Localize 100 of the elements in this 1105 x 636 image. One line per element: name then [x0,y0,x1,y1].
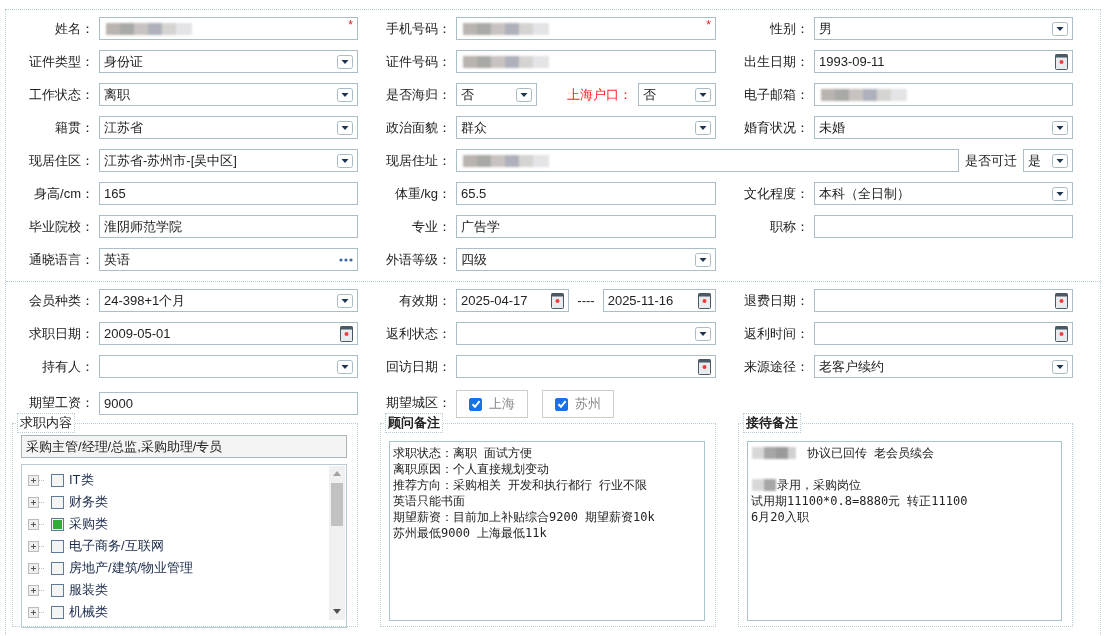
summary-field: 采购主管/经理/总监,采购助理/专员 [21,435,347,458]
note-line: 英语只能书面 [393,493,466,509]
note-line: 苏州最低9000 上海最低11k [393,525,548,541]
checkbox[interactable] [555,397,568,411]
dropdown[interactable]: 本科（全日制） [814,182,1073,205]
date-field[interactable] [814,289,1073,312]
expand-icon[interactable] [28,584,46,596]
field-label: 手机号码： [385,19,451,38]
checkbox-button[interactable]: 苏州 [542,390,614,418]
field-label: 职称： [769,217,809,236]
field-label: 文化程度： [743,184,809,203]
dropdown[interactable]: 否 [456,83,537,106]
field-label: 来源途径： [743,357,809,376]
checkbox-label: 苏州 [575,395,601,413]
text-field[interactable] [456,50,716,73]
dropdown[interactable]: 老客户续约 [814,355,1073,378]
field-label: 出生日期： [743,52,809,71]
text-field[interactable]: * [456,17,716,40]
tree-item[interactable]: 电子商务/互联网 [69,537,164,555]
field-label: 返利时间： [743,324,809,343]
field-label: 期望工资： [28,394,94,412]
text-field[interactable]: 9000 [99,391,358,415]
checkbox[interactable] [51,517,64,531]
tree-item[interactable]: 房地产/建筑/物业管理 [69,559,194,577]
field-label: 期望城区： [385,394,451,412]
dropdown[interactable]: 离职 [99,83,358,106]
field-label: 婚育状况： [743,118,809,137]
calendar-icon [340,325,353,342]
note-line: 协议已回传 老会员续会 [807,445,935,461]
field-label: 上海户口： [567,85,632,104]
text-field[interactable]: 165 [99,182,358,205]
date-field[interactable]: 2025-04-17 [456,289,570,312]
text-field[interactable]: 淮阴师范学院 [99,215,358,238]
checkbox[interactable] [469,397,482,411]
calendar-icon [551,292,565,309]
required-mark: * [706,18,711,32]
note-line: 推荐方向：采购相关 开发和执行都行 行业不限 [393,477,649,493]
dropdown[interactable]: 江苏省 [99,116,358,139]
redaction-mark [751,477,777,493]
tree-item[interactable]: 服装类 [69,581,108,599]
calendar-icon [1055,292,1068,309]
tree-item[interactable]: 财务类 [69,493,108,511]
panel-title: 接待备注 [743,413,801,433]
dropdown[interactable]: 否 [638,83,716,106]
expand-icon[interactable] [28,606,46,618]
expand-icon[interactable] [28,496,46,508]
checkbox-button[interactable]: 上海 [456,390,528,418]
field-label: 现居住区： [28,151,94,170]
note-line: 录用，采购岗位 [777,477,861,493]
expand-icon[interactable] [28,562,46,574]
more-icon [339,257,353,262]
notes-textarea[interactable]: 协议已回传 老会员续会 录用，采购岗位 试用期11100*0.8=8880元 转正11100 6月20入职 [747,441,1062,621]
checkbox[interactable] [51,539,64,553]
field-label: 性别： [769,19,809,38]
text-field[interactable] [456,149,959,172]
text-field[interactable]: 65.5 [456,182,716,205]
note-line: 6月20入职 [751,509,809,525]
dropdown[interactable]: 身份证 [99,50,358,73]
date-field[interactable]: 2025-11-16 [602,289,716,312]
scrollbar-drawing[interactable] [329,466,345,620]
expand-icon[interactable] [28,474,46,486]
field-label: 现居住址： [385,151,451,170]
checkbox[interactable] [51,561,64,575]
checkbox[interactable] [51,495,64,509]
checkbox[interactable] [51,583,64,597]
text-field[interactable]: 英语 [99,248,358,271]
text-field[interactable]: 广告学 [456,215,716,238]
date-field[interactable]: 2009-05-01 [99,322,358,345]
dropdown[interactable]: 男 [814,17,1073,40]
checkbox[interactable] [51,473,64,487]
panel-title: 顾问备注 [385,413,443,433]
date-field[interactable]: 1993-09-11 [814,50,1073,73]
field-label: 姓名： [54,19,94,38]
note-line: 试用期11100*0.8=8880元 转正11100 [751,493,968,509]
field-label: 体重/kg： [393,184,451,203]
text-field[interactable]: * [99,17,358,40]
text-field[interactable] [814,83,1073,106]
expand-icon[interactable] [28,540,46,552]
dropdown[interactable]: 四级 [456,248,716,271]
calendar-icon [698,292,711,309]
tree-item[interactable]: 机械类 [69,603,108,621]
dropdown[interactable]: 群众 [456,116,716,139]
field-label: 是否可迁 [965,151,1017,170]
date-field[interactable] [456,355,716,378]
dropdown[interactable]: 未婚 [814,116,1073,139]
required-mark: * [348,18,353,32]
text-field[interactable] [814,215,1073,238]
tree-item[interactable]: 采购类 [69,515,108,533]
field-label: 政治面貌： [385,118,451,137]
date-field[interactable] [814,322,1073,345]
dropdown[interactable]: 24-398+1个月 [99,289,358,312]
tree-item[interactable]: IT类 [69,471,94,489]
dropdown[interactable]: 是 [1023,149,1073,172]
field-label: 通晓语言： [28,250,94,269]
dropdown[interactable]: 江苏省-苏州市-[吴中区] [99,149,358,172]
checkbox[interactable] [51,605,64,619]
expand-icon[interactable] [28,518,46,530]
field-label: 持有人： [41,357,94,376]
field-label: 返利状态： [385,324,451,343]
notes-textarea[interactable]: 求职状态：离职 面试方便 离职原因：个人直接规划变动 推荐方向：采购相关 开发和执行都行 行业不限 英语只能书面 期望薪资：目前加上补贴综合9200 期望薪资10k 苏州最低9000 上海最低11k [389,441,705,621]
